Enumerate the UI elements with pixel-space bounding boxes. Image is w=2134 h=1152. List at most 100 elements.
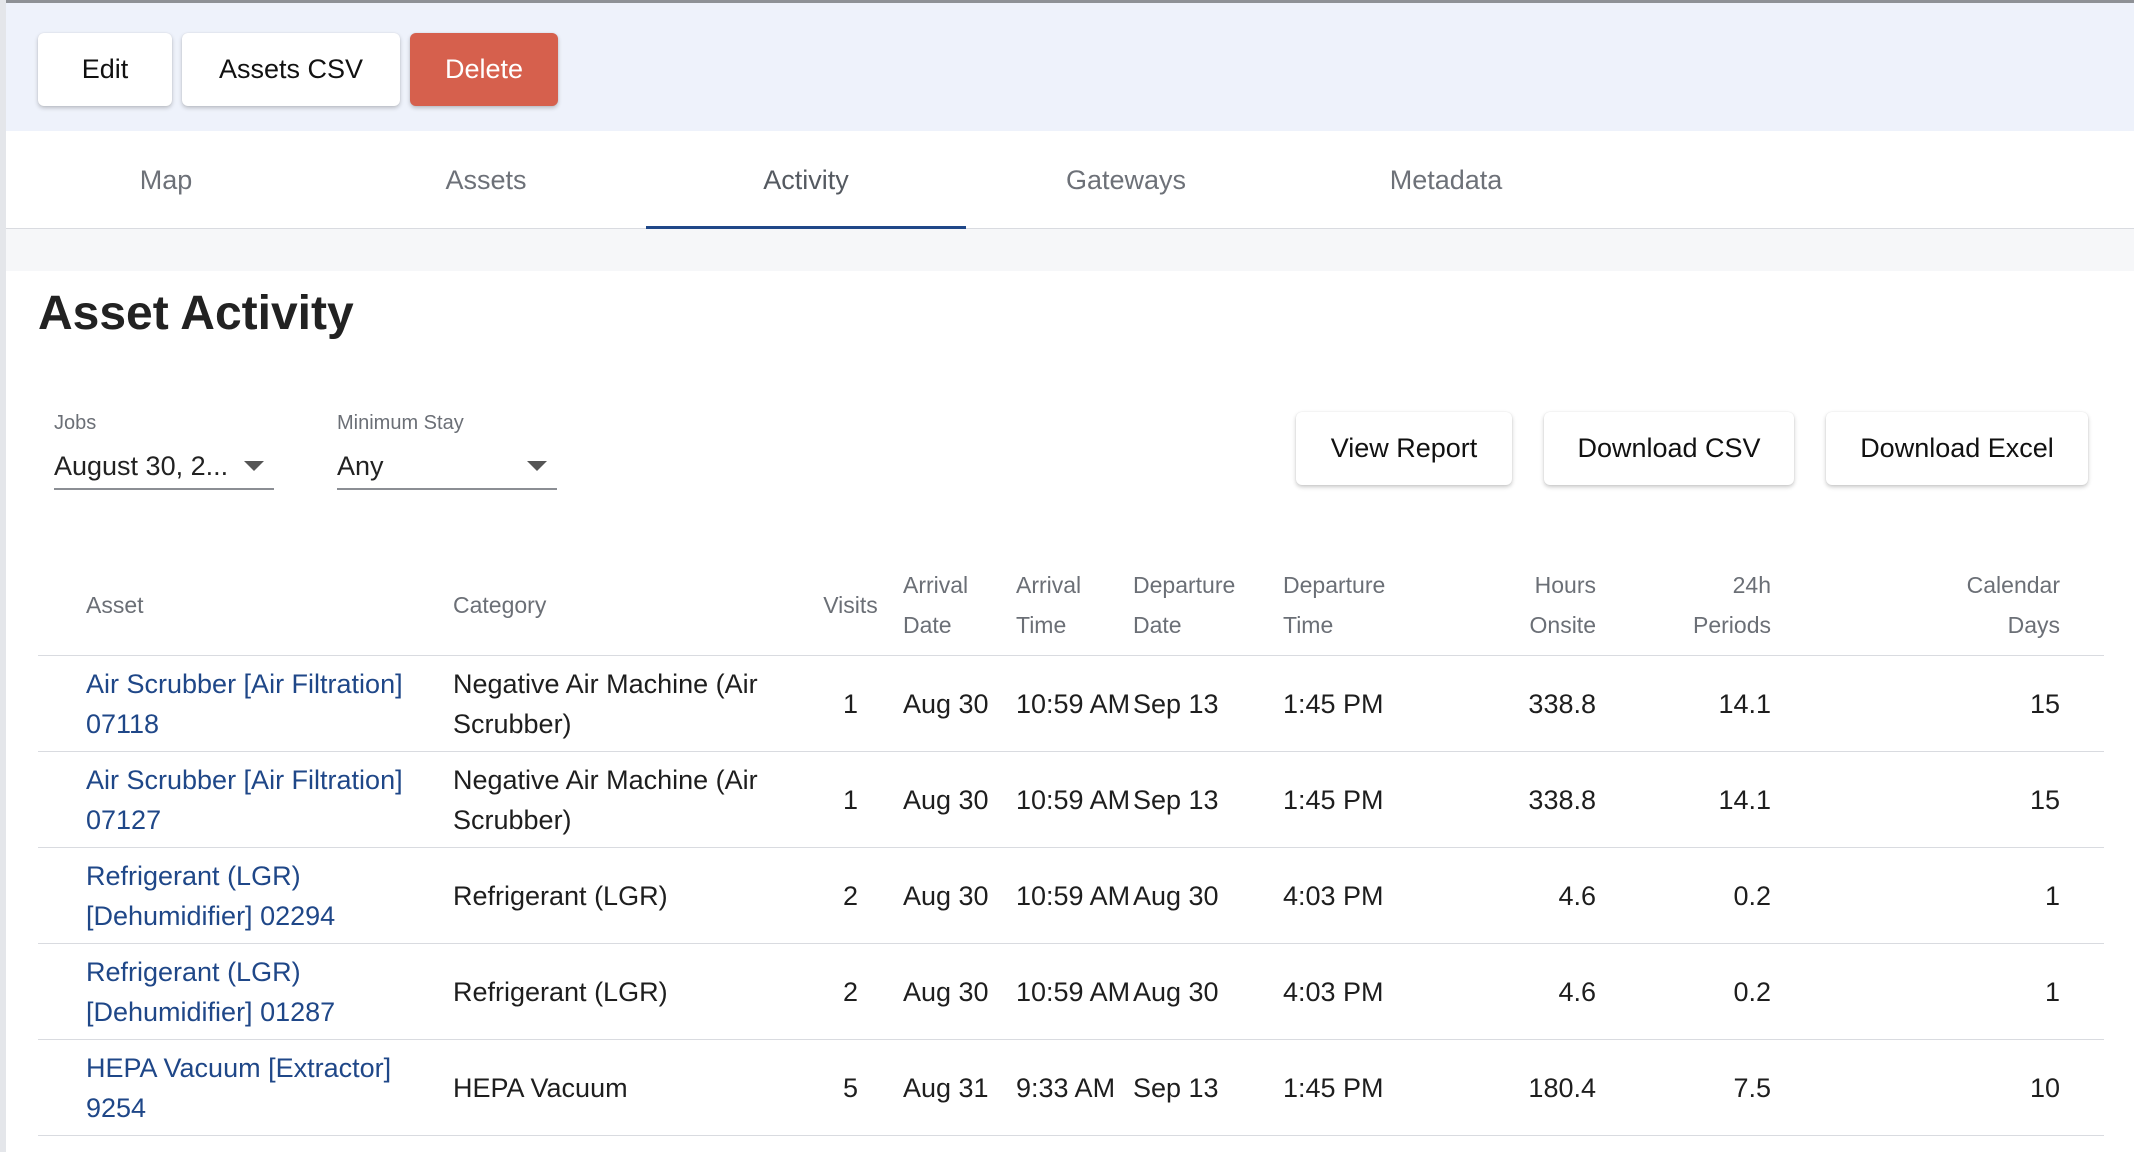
download-csv-button[interactable]: Download CSV [1544, 412, 1794, 485]
edit-button[interactable]: Edit [38, 33, 172, 106]
header-text: Departure [1283, 572, 1386, 598]
visits-cell: 1 [798, 751, 903, 848]
header-text: Calendar [1966, 572, 2060, 598]
header-text: Days [2007, 612, 2060, 638]
header-hours-onsite[interactable]: Hours Onsite [1448, 555, 1640, 656]
category-cell: HEPA Vacuum [453, 1039, 798, 1136]
header-text: Time [1016, 612, 1067, 638]
header-text: Date [1133, 612, 1182, 638]
visits-cell: 1 [798, 655, 903, 752]
category-cell: Refrigerant (LGR) [453, 847, 798, 944]
asset-link[interactable]: Refrigerant (LGR) [Dehumidifier] 01287 [38, 943, 453, 1040]
asset-link[interactable]: Air Scrubber [Air Filtration] 07118 [38, 655, 453, 752]
category-cell: Negative Air Machine (Air Scrubber) [453, 751, 798, 848]
header-text: Arrival [903, 572, 969, 598]
header-text: Date [903, 612, 952, 638]
arrival-date-cell: Aug 30 [903, 655, 1016, 752]
tab-bar: Map Assets Activity Gateways Metadata [6, 131, 2134, 230]
minimum-stay-select[interactable]: Any [337, 444, 557, 490]
header-text: 24h [1732, 572, 1771, 598]
table-row: Air Scrubber [Air Filtration] 07118 Nega… [38, 655, 2104, 752]
visits-cell: 2 [798, 847, 903, 944]
tab-map[interactable]: Map [6, 131, 326, 229]
view-report-button[interactable]: View Report [1296, 412, 1512, 485]
delete-button[interactable]: Delete [410, 33, 558, 106]
header-text: Onsite [1529, 612, 1596, 638]
departure-time-cell: 4:03 PM [1283, 847, 1448, 944]
periods-24h-cell: 0.2 [1640, 943, 1815, 1040]
calendar-days-cell: 1 [1815, 847, 2104, 944]
departure-time-cell: 4:03 PM [1283, 943, 1448, 1040]
chevron-down-icon [244, 461, 264, 471]
periods-24h-cell: 0.2 [1640, 847, 1815, 944]
hours-onsite-cell: 180.4 [1448, 1039, 1640, 1136]
minimum-stay-label: Minimum Stay [337, 412, 464, 434]
category-cell: Refrigerant (LGR) [453, 943, 798, 1040]
arrival-time-cell: 9:33 AM [1016, 1039, 1133, 1136]
hours-onsite-cell: 338.8 [1448, 751, 1640, 848]
departure-time-cell: 1:45 PM [1283, 751, 1448, 848]
minimum-stay-select-value: Any [337, 450, 384, 481]
header-arrival-date[interactable]: Arrival Date [903, 555, 1016, 656]
header-text: Time [1283, 612, 1334, 638]
visits-cell: 2 [798, 943, 903, 1040]
header-text: Departure [1133, 572, 1236, 598]
category-cell: Negative Air Machine (Air Scrubber) [453, 655, 798, 752]
arrival-date-cell: Aug 30 [903, 943, 1016, 1040]
visits-cell: 5 [798, 1039, 903, 1136]
arrival-time-cell: 10:59 AM [1016, 847, 1133, 944]
asset-link[interactable]: HEPA Vacuum [Extractor] 9254 [38, 1039, 453, 1136]
header-calendar-days[interactable]: Calendar Days [1815, 555, 2104, 656]
assets-csv-button[interactable]: Assets CSV [182, 33, 400, 106]
content-gap [6, 229, 2134, 271]
arrival-date-cell: Aug 30 [903, 847, 1016, 944]
calendar-days-cell: 15 [1815, 655, 2104, 752]
departure-date-cell: Sep 13 [1133, 751, 1283, 848]
header-departure-date[interactable]: Departure Date [1133, 555, 1283, 656]
header-asset[interactable]: Asset [38, 555, 453, 656]
arrival-time-cell: 10:59 AM [1016, 943, 1133, 1040]
jobs-label: Jobs [54, 412, 97, 434]
table-header-row: Asset Category Visits Arrival Date Arriva… [38, 555, 2104, 656]
tab-activity[interactable]: Activity [646, 131, 966, 230]
asset-activity-table: Asset Category Visits Arrival Date Arriva… [38, 555, 2104, 1136]
arrival-time-cell: 10:59 AM [1016, 751, 1133, 848]
departure-date-cell: Aug 30 [1133, 943, 1283, 1040]
departure-time-cell: 1:45 PM [1283, 1039, 1448, 1136]
header-text: Arrival [1016, 572, 1082, 598]
departure-date-cell: Aug 30 [1133, 847, 1283, 944]
hours-onsite-cell: 338.8 [1448, 655, 1640, 752]
header-text: Periods [1693, 612, 1771, 638]
header-departure-time[interactable]: Departure Time [1283, 555, 1448, 656]
header-24h-periods[interactable]: 24h Periods [1640, 555, 1815, 656]
table-row: HEPA Vacuum [Extractor] 9254 HEPA Vacuum… [38, 1039, 2104, 1136]
app-page: Edit Assets CSV Delete Map Assets Activi… [0, 0, 2134, 1152]
periods-24h-cell: 7.5 [1640, 1039, 1815, 1136]
asset-link[interactable]: Air Scrubber [Air Filtration] 07127 [38, 751, 453, 848]
calendar-days-cell: 1 [1815, 943, 2104, 1040]
table-row: Refrigerant (LGR) [Dehumidifier] 01287 R… [38, 943, 2104, 1040]
arrival-date-cell: Aug 30 [903, 751, 1016, 848]
toolbar: Edit Assets CSV Delete [6, 0, 2134, 131]
arrival-date-cell: Aug 31 [903, 1039, 1016, 1136]
departure-date-cell: Sep 13 [1133, 1039, 1283, 1136]
calendar-days-cell: 10 [1815, 1039, 2104, 1136]
header-text: Hours [1534, 572, 1596, 598]
hours-onsite-cell: 4.6 [1448, 943, 1640, 1040]
download-excel-button[interactable]: Download Excel [1826, 412, 2088, 485]
page-title: Asset Activity [38, 287, 354, 340]
header-category[interactable]: Category [453, 555, 798, 656]
tab-assets[interactable]: Assets [326, 131, 646, 229]
header-arrival-time[interactable]: Arrival Time [1016, 555, 1133, 656]
jobs-select[interactable]: August 30, 2... [54, 444, 274, 490]
departure-date-cell: Sep 13 [1133, 655, 1283, 752]
asset-link[interactable]: Refrigerant (LGR) [Dehumidifier] 02294 [38, 847, 453, 944]
tab-gateways[interactable]: Gateways [966, 131, 1286, 229]
header-visits[interactable]: Visits [798, 555, 903, 656]
periods-24h-cell: 14.1 [1640, 655, 1815, 752]
tab-activity-label: Activity [763, 164, 849, 195]
calendar-days-cell: 15 [1815, 751, 2104, 848]
arrival-time-cell: 10:59 AM [1016, 655, 1133, 752]
departure-time-cell: 1:45 PM [1283, 655, 1448, 752]
tab-metadata[interactable]: Metadata [1286, 131, 1606, 229]
